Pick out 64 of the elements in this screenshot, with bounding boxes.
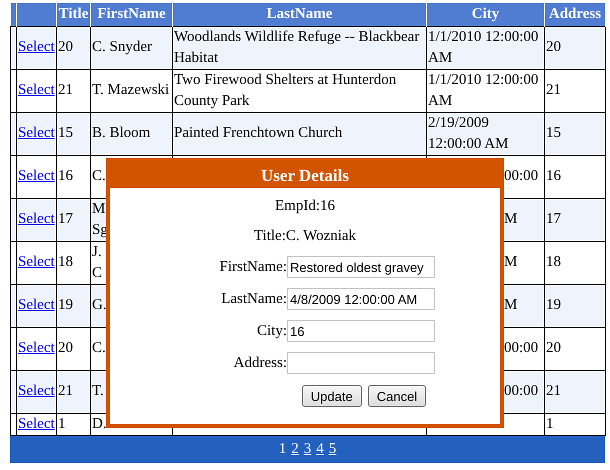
table-cell: 2/19/2009 12:00:00 AM: [428, 114, 508, 152]
detail-text: EmpId:16: [275, 197, 335, 213]
dialog-button[interactable]: Update: [302, 385, 362, 407]
text-field[interactable]: 16: [287, 320, 435, 342]
table-cell: 20: [58, 340, 73, 356]
column-header: Title: [58, 6, 88, 22]
table-cell: 21: [546, 82, 561, 98]
table-cell: 17: [546, 211, 561, 227]
column-header: City: [472, 6, 500, 22]
table-cell-text: C.: [92, 167, 106, 186]
field-label: LastName:: [220, 290, 287, 308]
table-cell: 18: [546, 254, 561, 270]
table-cell: 15: [58, 125, 73, 141]
column-header: Address: [548, 6, 602, 22]
table-cell: 16: [58, 168, 73, 184]
table-cell: 17: [58, 211, 73, 227]
table-cell: C. Snyder: [92, 39, 152, 55]
table-cell: 21: [58, 82, 73, 98]
table-cell: 1: [58, 416, 66, 432]
table-cell: 18: [58, 254, 73, 270]
detail-text: Title:C. Wozniak: [254, 227, 356, 243]
text-field[interactable]: [287, 352, 435, 374]
table-cell: 00:00: [504, 168, 538, 184]
table-cell: 20: [546, 340, 561, 356]
table-cell: Woodlands Wildlife Refuge -- Blackbear Habitat: [174, 28, 420, 66]
field-label: City:: [256, 322, 287, 340]
text-field[interactable]: Restored oldest gravey: [287, 256, 435, 278]
table-cell: 00:00: [504, 383, 538, 399]
table-cell: 21: [58, 383, 73, 399]
table-cell: 1/1/2010 12:00:00 AM: [428, 72, 538, 108]
text-field[interactable]: 4/8/2009 12:00:00 AM: [287, 288, 435, 310]
table-cell: M: [504, 254, 518, 270]
column-header: LastName: [266, 6, 332, 22]
table-cell-text: C.: [92, 339, 106, 358]
page-link[interactable]: 2: [291, 438, 299, 460]
table-cell: M: [504, 211, 518, 227]
page-number: 1: [278, 440, 286, 459]
table-cell: 16: [546, 168, 561, 184]
dialog-button[interactable]: Cancel: [368, 385, 426, 407]
table-cell: 1/1/2010 12:00:00 AM: [428, 28, 538, 66]
page-link[interactable]: 5: [328, 438, 336, 460]
table-cell-text: T.: [92, 382, 105, 402]
table-cell: B. Bloom: [92, 125, 150, 141]
table-cell: M: [504, 297, 518, 313]
table-cell-text: D.: [92, 414, 106, 434]
table-cell-text: J. C: [92, 242, 104, 282]
page-link[interactable]: 3: [304, 438, 312, 460]
table-cell: T. Mazewski: [92, 82, 170, 98]
table-cell: Painted Frenchtown Church: [174, 125, 342, 141]
page-link[interactable]: 4: [316, 438, 324, 460]
dialog-title: User Details: [110, 162, 500, 188]
table-cell-text: G.: [92, 296, 106, 316]
table-cell: 21: [546, 383, 561, 399]
field-label: FirstName:: [218, 258, 287, 276]
table-cell: 00:00: [504, 340, 538, 356]
table-cell: 19: [58, 297, 73, 313]
field-label: Address:: [232, 354, 287, 372]
column-header: FirstName: [97, 6, 166, 22]
table-cell: 20: [546, 39, 561, 55]
table-cell: 15: [546, 125, 561, 141]
table-cell: 19: [546, 297, 561, 313]
table-cell: Two Firewood Shelters at Hunterdon County Park: [174, 72, 396, 108]
table-cell: 1: [546, 416, 554, 432]
table-cell: 20: [58, 39, 73, 55]
